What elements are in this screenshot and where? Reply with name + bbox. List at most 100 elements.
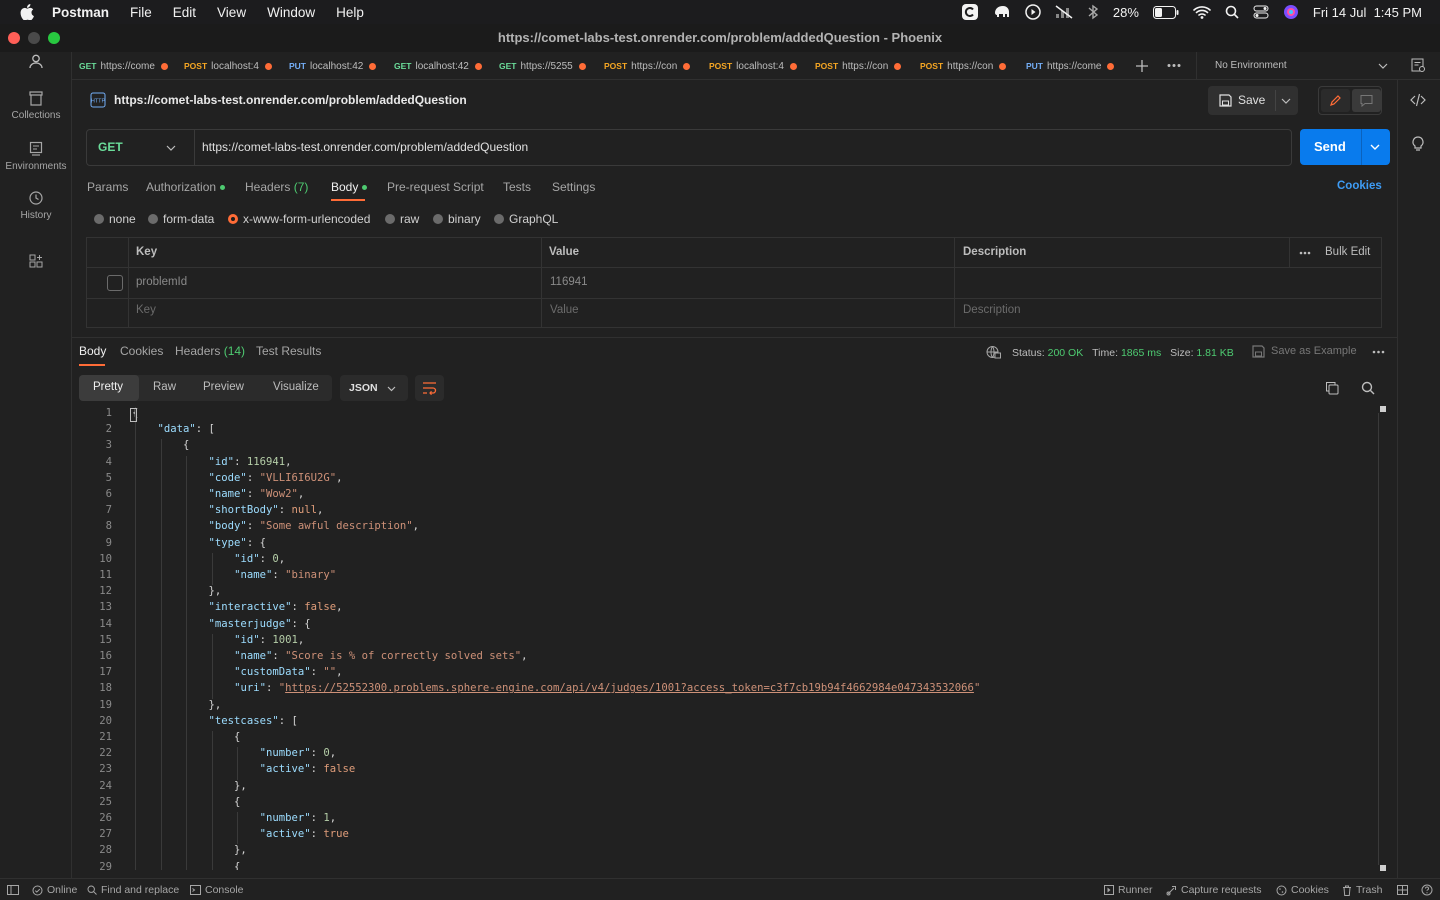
- online-status[interactable]: Online: [32, 884, 77, 896]
- toggle-sidebar-icon[interactable]: [7, 885, 19, 895]
- status-value[interactable]: 200 OK: [1048, 347, 1084, 359]
- code-snippet-icon[interactable]: [1410, 93, 1426, 107]
- new-description-input[interactable]: Description: [963, 304, 1021, 316]
- response-tab-body[interactable]: Body: [79, 344, 106, 358]
- user-icon[interactable]: [29, 54, 43, 69]
- code-line[interactable]: "type": {: [132, 537, 266, 549]
- code-line[interactable]: "id": 116941,: [132, 456, 292, 468]
- wrap-lines-button[interactable]: [415, 375, 444, 401]
- size-value[interactable]: 1.81 KB: [1196, 347, 1233, 359]
- tab-settings[interactable]: Settings: [552, 180, 595, 194]
- time-value[interactable]: 1865 ms: [1121, 347, 1161, 359]
- code-line[interactable]: "interactive": false,: [132, 601, 343, 613]
- trash-button[interactable]: Trash: [1342, 884, 1382, 896]
- screen-capture-icon[interactable]: [961, 3, 979, 21]
- bluetooth-icon[interactable]: [1087, 4, 1099, 20]
- radio-form-data[interactable]: form-data: [148, 212, 214, 226]
- sidebar-item-collections[interactable]: Collections: [0, 90, 72, 121]
- new-value-input[interactable]: Value: [550, 304, 579, 316]
- code-line[interactable]: "uri": "https://52552300.problems.sphere…: [132, 682, 980, 694]
- radio-x-www-form-urlencoded[interactable]: x-www-form-urlencoded: [228, 212, 370, 226]
- apple-icon[interactable]: [18, 4, 36, 20]
- save-button[interactable]: Save: [1208, 86, 1274, 115]
- more-options-icon[interactable]: [1299, 251, 1311, 255]
- code-line[interactable]: "data": [: [132, 423, 215, 435]
- tab-prerequest-script[interactable]: Pre-request Script: [387, 180, 484, 194]
- new-key-input[interactable]: Key: [136, 304, 156, 316]
- new-tab-icon[interactable]: [1135, 59, 1149, 73]
- code-scrollbar[interactable]: [1378, 405, 1387, 873]
- lightbulb-icon[interactable]: [1411, 136, 1425, 152]
- menu-view[interactable]: View: [217, 5, 246, 20]
- more-tabs-icon[interactable]: [1167, 63, 1181, 68]
- bulk-edit-link[interactable]: Bulk Edit: [1325, 246, 1370, 258]
- code-line[interactable]: "id": 1001,: [132, 634, 304, 646]
- spotlight-search-icon[interactable]: [1225, 5, 1239, 19]
- elephant-icon[interactable]: [993, 4, 1011, 20]
- request-name[interactable]: https://comet-labs-test.onrender.com/pro…: [114, 93, 467, 107]
- menu-window[interactable]: Window: [267, 5, 315, 20]
- request-tab[interactable]: POST localhost:4: [709, 52, 805, 80]
- battery-icon[interactable]: [1152, 5, 1179, 19]
- menu-file[interactable]: File: [130, 5, 152, 20]
- tab-params[interactable]: Params: [87, 180, 128, 194]
- environment-selector[interactable]: No Environment: [1196, 52, 1392, 80]
- request-tab[interactable]: POST https://con: [815, 52, 911, 80]
- request-tab[interactable]: GET localhost:42: [394, 52, 490, 80]
- radio-graphql[interactable]: GraphQL: [494, 212, 558, 226]
- siri-icon[interactable]: [1283, 4, 1299, 20]
- response-tab-test-results[interactable]: Test Results: [256, 344, 321, 358]
- view-mode-visualize[interactable]: Visualize: [273, 381, 319, 393]
- control-center-icon[interactable]: [1253, 5, 1269, 19]
- param-value[interactable]: 116941: [550, 276, 588, 288]
- signal-off-icon[interactable]: [1055, 5, 1073, 19]
- code-line[interactable]: "name": "binary": [132, 569, 336, 581]
- network-globe-icon[interactable]: [986, 345, 1001, 359]
- runner-button[interactable]: Runner: [1104, 884, 1152, 896]
- url-input[interactable]: https://comet-labs-test.onrender.com/pro…: [202, 140, 528, 154]
- code-line[interactable]: },: [132, 780, 247, 792]
- response-tab-headers[interactable]: Headers (14): [175, 344, 245, 358]
- menu-edit[interactable]: Edit: [173, 5, 196, 20]
- request-tab[interactable]: POST https://con: [920, 52, 1016, 80]
- code-line[interactable]: },: [132, 844, 247, 856]
- param-key[interactable]: problemId: [136, 276, 187, 288]
- configure-workbench-icon[interactable]: [29, 254, 43, 268]
- save-options-chevron-icon[interactable]: [1281, 98, 1291, 104]
- request-tab[interactable]: PUT localhost:42: [289, 52, 385, 80]
- radio-raw[interactable]: raw: [385, 212, 419, 226]
- code-line[interactable]: "masterjudge": {: [132, 618, 311, 630]
- find-and-replace-button[interactable]: Find and replace: [87, 884, 179, 896]
- code-line[interactable]: "id": 0,: [132, 553, 285, 565]
- tab-headers[interactable]: Headers (7): [245, 180, 308, 194]
- code-line[interactable]: "active": true: [132, 828, 349, 840]
- wifi-icon[interactable]: [1193, 5, 1211, 19]
- request-tab[interactable]: PUT https://come: [1026, 52, 1122, 80]
- format-selector[interactable]: JSON: [340, 375, 408, 401]
- comments-mode-button[interactable]: [1352, 89, 1381, 112]
- play-circle-icon[interactable]: [1025, 4, 1041, 20]
- view-mode-pretty[interactable]: Pretty: [79, 375, 139, 401]
- menu-clock[interactable]: Fri 14 Jul 1:45 PM: [1313, 5, 1422, 20]
- console-button[interactable]: Console: [190, 884, 244, 896]
- menu-app-name[interactable]: Postman: [52, 5, 109, 20]
- capture-requests-button[interactable]: Capture requests: [1166, 884, 1262, 896]
- code-line[interactable]: },: [132, 699, 222, 711]
- edit-mode-button[interactable]: [1321, 89, 1350, 112]
- environment-quick-look-icon[interactable]: [1411, 58, 1426, 73]
- cookies-button[interactable]: Cookies: [1276, 884, 1329, 896]
- response-body-viewer[interactable]: 1{2 "data": [3 {4 "id": 116941,5 "code":…: [72, 404, 1382, 870]
- tab-tests[interactable]: Tests: [503, 180, 531, 194]
- save-as-example-button[interactable]: Save as Example: [1271, 345, 1357, 357]
- request-tab[interactable]: GET https://5255: [499, 52, 595, 80]
- code-line[interactable]: "number": 1,: [132, 812, 337, 824]
- radio-binary[interactable]: binary: [433, 212, 481, 226]
- sidebar-item-history[interactable]: History: [0, 190, 72, 221]
- request-tab[interactable]: POST https://con: [604, 52, 700, 80]
- response-tab-cookies[interactable]: Cookies: [120, 344, 163, 358]
- sidebar-item-environments[interactable]: Environments: [0, 141, 72, 172]
- tab-body[interactable]: Body: [331, 180, 368, 194]
- request-tab[interactable]: GET https://come: [79, 52, 175, 80]
- row-enable-checkbox[interactable]: [107, 275, 123, 291]
- send-button[interactable]: Send: [1314, 139, 1346, 154]
